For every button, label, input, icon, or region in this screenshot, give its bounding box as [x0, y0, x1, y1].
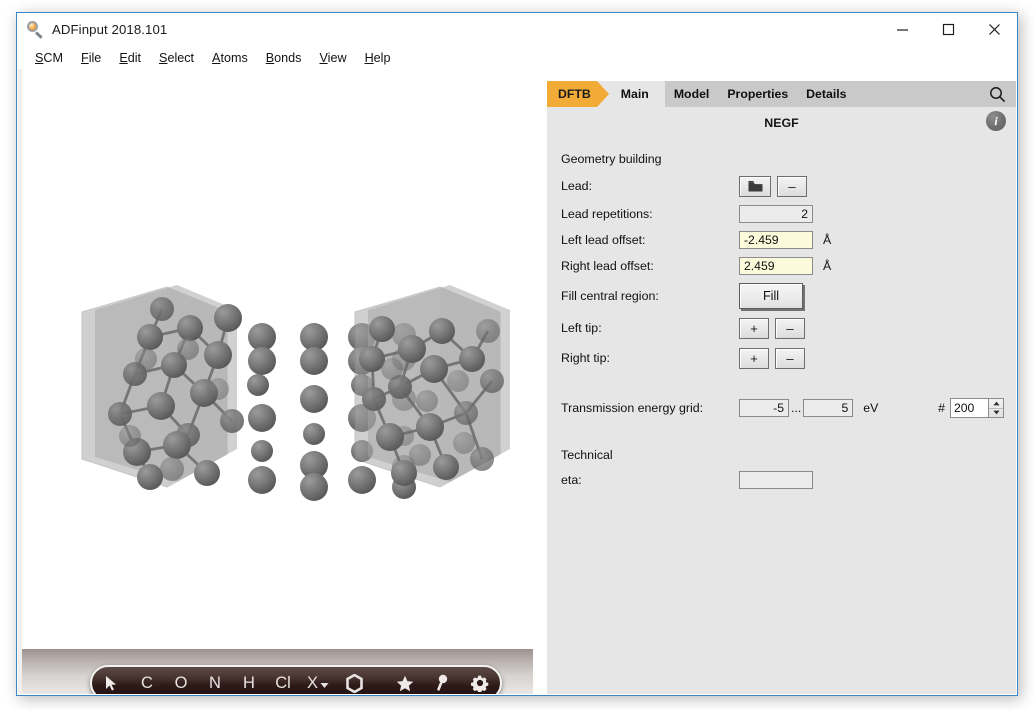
- transmission-points-input[interactable]: [950, 398, 988, 418]
- tab-strip: DFTB Main Model Properties Details: [547, 81, 1016, 107]
- menu-help[interactable]: Help: [365, 51, 401, 65]
- row-transmission-energy-grid: Transmission energy grid: ... eV #: [547, 395, 1016, 421]
- panel-header: NEGF i: [547, 107, 1016, 139]
- row-left-tip: Left tip: + –: [547, 313, 1016, 343]
- form-area: Geometry building Lead: – Lead repetitio…: [547, 139, 1016, 493]
- row-fill-central-region: Fill central region: Fill: [547, 279, 1016, 313]
- settings-panel: DFTB Main Model Properties Details NEGF …: [547, 81, 1016, 694]
- molecule-structure: [81, 285, 510, 501]
- left-lead-offset-label: Left lead offset:: [561, 233, 646, 247]
- tab-module-dftb[interactable]: DFTB: [547, 81, 609, 107]
- count-prefix: #: [938, 401, 945, 415]
- right-tip-remove-button[interactable]: –: [775, 347, 805, 369]
- info-icon[interactable]: i: [986, 111, 1006, 131]
- left-tip-add-button[interactable]: +: [739, 317, 769, 339]
- hexagon-ring-icon[interactable]: [336, 667, 372, 694]
- gear-icon[interactable]: [460, 667, 500, 694]
- row-right-tip: Right tip: + –: [547, 343, 1016, 373]
- geometry-building-heading: Geometry building: [561, 152, 662, 166]
- menu-select[interactable]: Select: [159, 51, 204, 65]
- range-separator: ...: [791, 401, 802, 415]
- left-lead-offset-unit: Å: [823, 233, 832, 247]
- row-lead-repetitions: Lead repetitions:: [547, 201, 1016, 227]
- right-tip-label: Right tip:: [561, 351, 610, 365]
- folder-open-icon[interactable]: [739, 175, 771, 197]
- right-tip-add-button[interactable]: +: [739, 347, 769, 369]
- menu-bonds[interactable]: Bonds: [266, 51, 312, 65]
- magnifier-icon[interactable]: [424, 667, 460, 694]
- transmission-energy-unit: eV: [863, 401, 879, 415]
- fill-central-region-label: Fill central region:: [561, 289, 659, 303]
- row-left-lead-offset: Left lead offset: Å: [547, 227, 1016, 253]
- element-n-button[interactable]: N: [198, 667, 232, 694]
- application-window: ADFinput 2018.101 SCM File Edit Select A…: [16, 12, 1018, 696]
- menu-bar: SCM File Edit Select Atoms Bonds View He…: [17, 46, 1017, 69]
- row-lead: Lead: –: [547, 171, 1016, 201]
- viewport-area: C O N H Cl X: [18, 69, 533, 694]
- menu-edit[interactable]: Edit: [119, 51, 151, 65]
- transmission-energy-min-input[interactable]: [739, 399, 789, 417]
- lead-remove-button[interactable]: –: [777, 175, 807, 197]
- technical-heading: Technical: [561, 448, 613, 462]
- search-icon[interactable]: [978, 81, 1016, 107]
- star-icon[interactable]: [386, 667, 424, 694]
- title-bar: ADFinput 2018.101: [17, 13, 1017, 46]
- tab-details[interactable]: Details: [797, 81, 855, 107]
- tab-model[interactable]: Model: [665, 81, 719, 107]
- page-title: NEGF: [764, 116, 799, 130]
- element-o-button[interactable]: O: [164, 667, 198, 694]
- fill-button[interactable]: Fill: [739, 283, 803, 309]
- element-c-button[interactable]: C: [130, 667, 164, 694]
- molecule-3d-viewport[interactable]: [22, 69, 533, 649]
- transmission-energy-grid-label: Transmission energy grid:: [561, 401, 704, 415]
- window-title: ADFinput 2018.101: [52, 22, 168, 37]
- element-cl-button[interactable]: Cl: [266, 667, 300, 694]
- menu-view[interactable]: View: [319, 51, 356, 65]
- left-tip-label: Left tip:: [561, 321, 602, 335]
- viewport-bottom-strip: C O N H Cl X: [22, 649, 533, 694]
- window-controls: [879, 13, 1017, 46]
- element-x-dropdown[interactable]: X: [300, 667, 336, 694]
- close-icon[interactable]: [971, 13, 1017, 46]
- row-right-lead-offset: Right lead offset: Å: [547, 253, 1016, 279]
- row-eta: eta:: [547, 467, 1016, 493]
- right-lead-offset-label: Right lead offset:: [561, 259, 654, 273]
- menu-atoms[interactable]: Atoms: [212, 51, 258, 65]
- left-tip-remove-button[interactable]: –: [775, 317, 805, 339]
- lead-repetitions-label: Lead repetitions:: [561, 207, 653, 221]
- tab-properties[interactable]: Properties: [718, 81, 797, 107]
- element-toolbar: C O N H Cl X: [90, 665, 502, 694]
- maximize-icon[interactable]: [925, 13, 971, 46]
- menu-file[interactable]: File: [81, 51, 111, 65]
- lead-label: Lead:: [561, 179, 593, 193]
- chevron-down-icon: [320, 683, 329, 688]
- menu-scm[interactable]: SCM: [35, 51, 73, 65]
- spinner-down-icon[interactable]: [989, 409, 1003, 418]
- left-lead-offset-input[interactable]: [739, 231, 813, 249]
- spinner-up-icon[interactable]: [989, 399, 1003, 409]
- minimize-icon[interactable]: [879, 13, 925, 46]
- eta-input[interactable]: [739, 471, 813, 489]
- cursor-arrow-icon[interactable]: [92, 667, 130, 694]
- spinner-buttons[interactable]: [988, 398, 1004, 418]
- element-h-button[interactable]: H: [232, 667, 266, 694]
- magnifier-icon: [26, 20, 44, 39]
- right-lead-offset-input[interactable]: [739, 257, 813, 275]
- transmission-points-stepper[interactable]: [950, 398, 1004, 418]
- transmission-energy-max-input[interactable]: [803, 399, 854, 417]
- eta-label: eta:: [561, 473, 582, 487]
- element-x-label: X: [306, 673, 318, 692]
- right-lead-offset-unit: Å: [823, 259, 832, 273]
- lead-repetitions-input[interactable]: [739, 205, 813, 223]
